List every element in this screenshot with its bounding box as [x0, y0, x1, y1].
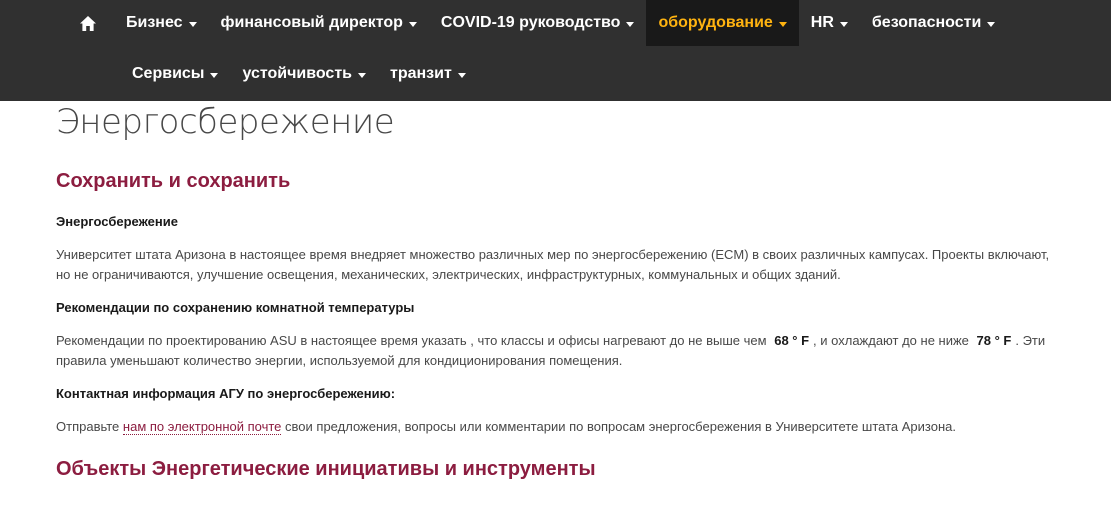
nav-home[interactable]: [68, 0, 114, 46]
chevron-down-icon: [626, 21, 635, 27]
chevron-down-icon: [839, 21, 848, 27]
page-title: Энергосбережение: [56, 102, 395, 142]
nav-sustainability-label: устойчивость: [242, 65, 352, 82]
chevron-down-icon: [457, 72, 466, 78]
main-content: Энергосбережение Сохранить и сохранить Э…: [56, 101, 1056, 481]
chevron-down-icon: [408, 21, 417, 27]
nav-cfo-label: финансовый директор: [220, 14, 403, 31]
nav-business[interactable]: Бизнес: [114, 0, 209, 46]
nav-covid[interactable]: COVID-19 руководство: [429, 0, 647, 46]
nav-facilities-label: оборудование: [658, 14, 773, 31]
subheading-energy-saving: Энергосбережение: [56, 214, 178, 229]
contact-text-a: Отправьте: [56, 419, 120, 434]
section-heading-save: Сохранить и сохранить: [56, 170, 291, 192]
chevron-down-icon: [357, 72, 366, 78]
top-navigation: Бизнес финансовый директор COVID-19 руко…: [0, 0, 1111, 101]
temperature-text-b: , и охлаждают до не ниже: [813, 333, 969, 348]
nav-sustainability[interactable]: устойчивость: [230, 51, 378, 97]
nav-row-2: Сервисы устойчивость транзит: [120, 51, 478, 97]
nav-services[interactable]: Сервисы: [120, 51, 230, 97]
paragraph-contact: Отправьте нам по электронной почте свои …: [56, 417, 1056, 437]
nav-transit[interactable]: транзит: [378, 51, 478, 97]
nav-row-1: Бизнес финансовый директор COVID-19 руко…: [68, 0, 1007, 46]
nav-cfo[interactable]: финансовый директор: [209, 0, 429, 46]
email-link[interactable]: нам по электронной почте: [122, 419, 282, 435]
nav-hr-label: HR: [810, 14, 834, 31]
paragraph-temperature: Рекомендации по проектированию ASU в нас…: [56, 331, 1056, 371]
chevron-down-icon: [188, 21, 197, 27]
nav-safety-label: безопасности: [871, 14, 982, 31]
nav-services-label: Сервисы: [132, 65, 205, 82]
subheading-temperature: Рекомендации по сохранению комнатной тем…: [56, 300, 415, 315]
section-heading-initiatives: Объекты Энергетические инициативы и инст…: [56, 458, 596, 480]
nav-hr[interactable]: HR: [799, 0, 860, 46]
chevron-down-icon: [987, 21, 996, 27]
nav-transit-label: транзит: [389, 65, 452, 82]
nav-facilities[interactable]: оборудование: [646, 0, 799, 46]
cool-setpoint: 78 ° F: [976, 333, 1012, 348]
nav-safety[interactable]: безопасности: [860, 0, 1007, 46]
home-icon: [80, 15, 96, 31]
nav-covid-label: COVID-19 руководство: [440, 14, 621, 31]
heat-setpoint: 68 ° F: [774, 333, 810, 348]
nav-business-label: Бизнес: [126, 14, 183, 31]
chevron-down-icon: [210, 72, 219, 78]
subheading-contact: Контактная информация АГУ по энергосбере…: [56, 386, 396, 401]
chevron-down-icon: [778, 21, 787, 27]
paragraph-ecm: Университет штата Аризона в настоящее вр…: [56, 247, 1050, 282]
contact-text-b: свои предложения, вопросы или комментари…: [285, 419, 956, 434]
temperature-text-a: Рекомендации по проектированию ASU в нас…: [56, 333, 767, 348]
